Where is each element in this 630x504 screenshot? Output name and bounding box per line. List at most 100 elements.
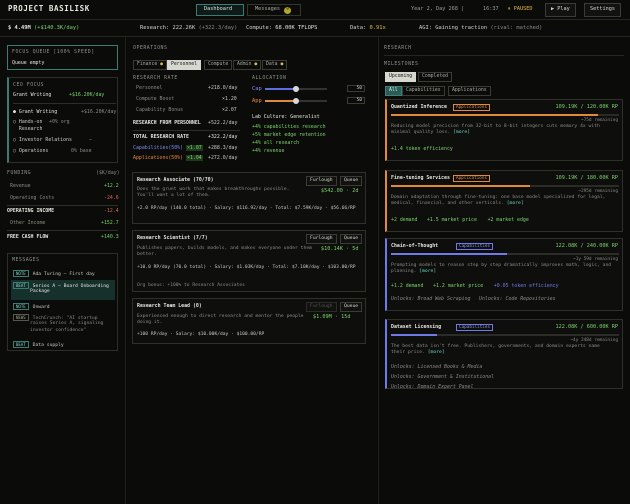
staff-stats: +100 RP/day · Salary: $10.00K/day · $100… xyxy=(137,332,265,337)
queue-button[interactable]: Queue xyxy=(340,176,363,187)
milestone-unlock: Unlocks: Government & Institutional xyxy=(391,374,495,380)
tab-admin[interactable]: Admin ● xyxy=(233,60,262,71)
milestone-card[interactable]: Dataset Licensing Capabilities 122.08K / 6… xyxy=(385,319,623,390)
message-tag: BEAT xyxy=(13,341,29,349)
staff-cost: $10.14K · 5d xyxy=(321,246,359,252)
tab-dashboard[interactable]: Dashboard xyxy=(196,4,244,16)
tab-upcoming[interactable]: Upcoming xyxy=(385,72,417,83)
column-divider xyxy=(125,37,126,504)
divider xyxy=(7,230,118,231)
message-item[interactable]: BEAT Data supply xyxy=(13,341,64,349)
column-divider xyxy=(378,37,379,504)
furlough-button[interactable]: Furlough xyxy=(306,234,337,245)
divider xyxy=(384,55,624,56)
ceo-option-investor-relations[interactable]: ○ Investor Relations xyxy=(13,137,72,144)
milestone-progress-text: 109.19K / 120.00K RP xyxy=(555,104,618,110)
milestone-card[interactable]: Quantized Inference Applications 109.19K /… xyxy=(385,99,623,161)
message-text: Ada Turing — First day xyxy=(32,272,95,277)
milestone-desc: The best data isn't free. Publishers, go… xyxy=(391,344,613,357)
milestone-effect: +1.5 market price xyxy=(426,217,477,223)
rate-row-label: Compute Boost xyxy=(136,96,175,102)
milestone-progress-fill xyxy=(391,334,437,336)
ceo-option-operations[interactable]: ○ Operations xyxy=(13,148,48,155)
milestone-progress-text: 122.08K / 600.00K RP xyxy=(555,324,618,330)
data-value: 0.91x xyxy=(369,24,386,31)
tab-completed[interactable]: Completed xyxy=(418,72,452,83)
data-label: Data: xyxy=(350,24,367,31)
message-text: Onward xyxy=(32,305,50,310)
tab-compute[interactable]: Compute xyxy=(204,60,233,71)
staff-card-research-associate: Research Associate (70/70) Furlough Queu… xyxy=(132,172,366,224)
research-stat: Research: 222.26K (+322.3/day) xyxy=(140,25,237,32)
app-alloc-handle[interactable] xyxy=(293,98,299,104)
milestone-desc: Prompting models to reason step by step … xyxy=(391,263,613,276)
ceo-focus-title: CEO FOCUS xyxy=(13,82,44,88)
filter-all[interactable]: All xyxy=(385,86,402,97)
ceo-option-grant-writing[interactable]: ● Grant Writing xyxy=(13,109,57,116)
compute-label: Compute: xyxy=(246,24,272,31)
filter-applications[interactable]: Applications xyxy=(448,86,491,97)
more-link[interactable]: [more] xyxy=(507,201,524,206)
more-link[interactable]: [more] xyxy=(453,130,470,135)
app-rate-mult: ×1.04 xyxy=(186,155,203,161)
play-button[interactable]: ▶ Play xyxy=(545,3,576,17)
ceo-option-value: — xyxy=(89,137,92,143)
staff-stats: +10.0 RP/day (70.0 total) · Salary: $1.0… xyxy=(137,265,356,270)
queue-button[interactable]: Queue xyxy=(340,234,363,245)
money-rate: (+$140.3K/day) xyxy=(33,24,80,31)
tab-data[interactable]: Data ● xyxy=(262,60,288,71)
cap-rate-value: +288.3/day xyxy=(208,145,238,151)
furlough-button[interactable]: Furlough xyxy=(306,302,337,313)
divider xyxy=(133,130,240,131)
money-stat: $ 4.49M (+$140.3K/day) xyxy=(8,25,79,32)
rate-row-value: ×2.07 xyxy=(222,107,237,113)
app-alloc-fill xyxy=(265,100,296,102)
message-item[interactable]: NOTE Onward xyxy=(13,303,50,311)
cap-alloc-label: Cap xyxy=(252,86,262,92)
app-rate-label: Applications(50%) xyxy=(133,155,184,161)
milestone-effect: +0.05 token efficiency xyxy=(493,283,559,289)
funding-row-label: Other Income xyxy=(10,220,46,226)
tab-messages[interactable]: Messages 9 xyxy=(247,4,301,16)
staff-stats: +2.0 RP/day (140.0 total) · Salary: $116… xyxy=(137,206,356,211)
app-rate-value: +272.0/day xyxy=(208,155,238,161)
message-item[interactable]: BEAT Series A — Board Onboarding xyxy=(13,282,109,290)
staff-card-team-lead: Research Team Lead (0) Furlough Queue Ex… xyxy=(132,298,366,344)
cap-rate-row: Capabilities(50%) ×1.07 xyxy=(133,145,203,152)
message-text-cont: Package xyxy=(30,289,50,294)
milestone-card[interactable]: Fine-tuning Services Applications 109.19K … xyxy=(385,170,623,232)
cap-alloc-slider[interactable] xyxy=(265,86,327,92)
message-tag: NOTE xyxy=(13,270,29,278)
app-alloc-input[interactable]: 50 xyxy=(347,97,365,104)
cap-alloc-handle[interactable] xyxy=(293,86,299,92)
filter-capabilities[interactable]: Capabilities xyxy=(402,86,445,97)
milestone-tag: Capabilities xyxy=(456,324,494,331)
total-rate-label: TOTAL RESEARCH RATE xyxy=(133,134,189,140)
milestone-progress-bar xyxy=(391,114,619,116)
rate-row-value: ×1.20 xyxy=(222,96,237,102)
messages-panel: MESSAGES NOTE Ada Turing — First day BEAT… xyxy=(7,253,118,351)
milestone-tag-label: Applications xyxy=(453,175,491,182)
more-link[interactable]: [more] xyxy=(428,350,445,355)
milestone-desc: Reducing model precision from 32-bit to … xyxy=(391,124,613,137)
queue-button[interactable]: Queue xyxy=(340,302,363,313)
more-link[interactable]: [more] xyxy=(419,269,436,274)
milestone-card[interactable]: Chain-of-Thought Capabilities 122.08K / 24… xyxy=(385,238,623,311)
culture-bonus: +4% all research xyxy=(252,140,300,146)
app-alloc-slider[interactable] xyxy=(265,98,327,104)
tab-finance[interactable]: Finance ● xyxy=(133,60,167,71)
settings-button[interactable]: Settings xyxy=(584,3,621,17)
tab-dashboard-label: Dashboard xyxy=(204,6,233,13)
message-item[interactable]: NOTE Ada Turing — First day xyxy=(13,270,95,278)
funding-row-value: -12.4 xyxy=(104,208,119,214)
furlough-button[interactable]: Furlough xyxy=(306,176,337,187)
tab-messages-label: Messages xyxy=(255,6,280,13)
ceo-option-label: Operations xyxy=(18,148,49,154)
funding-row-label: OPERATING INCOME xyxy=(7,208,55,214)
dot-icon: ● xyxy=(280,62,284,67)
milestone-tag: Capabilities xyxy=(456,243,494,250)
cap-alloc-input[interactable]: 50 xyxy=(347,85,365,92)
tab-label: Data xyxy=(266,62,278,67)
tab-personnel[interactable]: Personnel xyxy=(167,60,201,71)
ceo-option-hands-on-research[interactable]: ○ Hands-on Research xyxy=(13,119,45,132)
